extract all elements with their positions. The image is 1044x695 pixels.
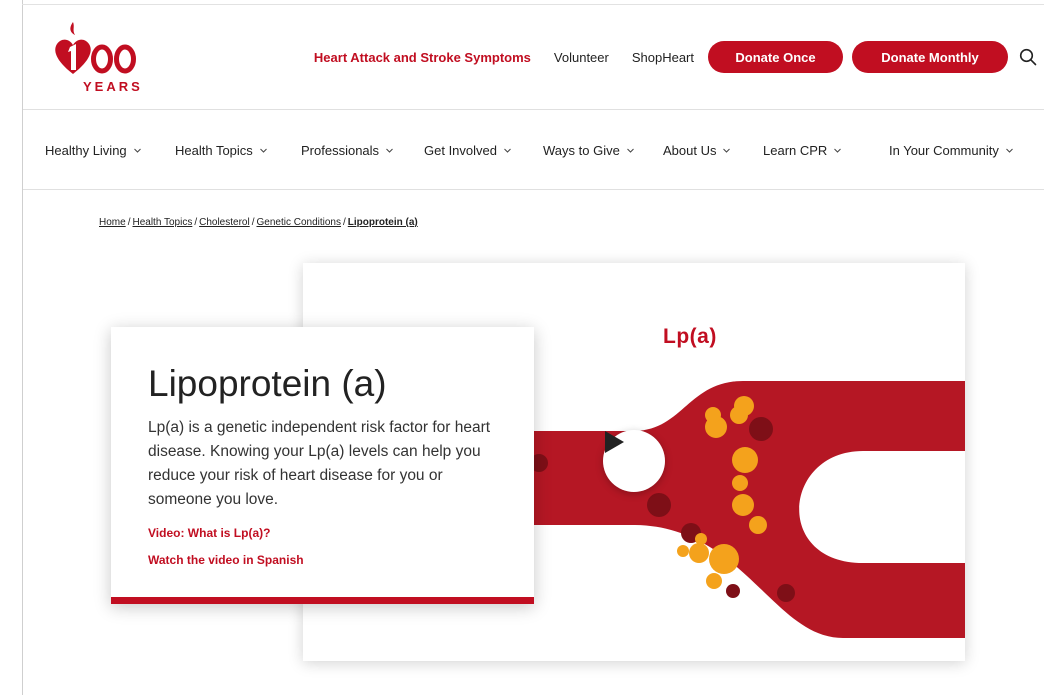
nav-label: Ways to Give: [543, 143, 620, 158]
hero-description: Lp(a) is a genetic independent risk fact…: [148, 419, 491, 508]
logo-years-text: YEARS: [83, 79, 143, 94]
play-button[interactable]: [603, 430, 665, 492]
nav-learn-cpr[interactable]: Learn CPR: [763, 143, 842, 158]
nav-label: Get Involved: [424, 143, 497, 158]
breadcrumb-separator: /: [342, 217, 346, 228]
chevron-down-icon: [626, 148, 634, 153]
nav-ways-to-give[interactable]: Ways to Give: [543, 143, 635, 158]
video-lpa-link[interactable]: Video: What is Lp(a)?: [148, 526, 270, 540]
page-title: Lipoprotein (a): [148, 363, 387, 404]
chevron-down-icon: [259, 148, 267, 153]
breadcrumb: Home / Health Topics / Cholesterol / Genetic C…: [99, 217, 418, 228]
chevron-down-icon: [723, 148, 731, 153]
breadcrumb-home[interactable]: Home: [99, 217, 126, 228]
nav-healthy-living[interactable]: Healthy Living: [45, 143, 142, 158]
breadcrumb-genetic-conditions[interactable]: Genetic Conditions: [256, 217, 341, 228]
nav-label: About Us: [663, 143, 717, 158]
nav-about-us[interactable]: About Us: [663, 143, 731, 158]
spanish-video-link[interactable]: Watch the video in Spanish: [148, 553, 304, 567]
nav-label: In Your Community: [889, 143, 999, 158]
main-nav: Healthy Living Health Topics Professiona…: [23, 110, 1044, 190]
site-header: YEARS Heart Attack and Stroke Symptoms V…: [23, 5, 1044, 110]
hero-card: Lipoprotein (a) Lp(a) is a genetic indep…: [111, 327, 534, 604]
breadcrumb-health-topics[interactable]: Health Topics: [132, 217, 192, 228]
volunteer-link[interactable]: Volunteer: [554, 50, 609, 65]
utility-nav: Heart Attack and Stroke Symptoms Volunte…: [314, 41, 1040, 73]
nav-label: Healthy Living: [45, 143, 127, 158]
nav-label: Health Topics: [175, 143, 253, 158]
breadcrumb-current: Lipoprotein (a): [347, 217, 418, 228]
nav-get-involved[interactable]: Get Involved: [424, 143, 512, 158]
nav-professionals[interactable]: Professionals: [301, 143, 394, 158]
shopheart-link[interactable]: ShopHeart: [632, 50, 694, 65]
breadcrumb-separator: /: [194, 217, 198, 228]
chevron-down-icon: [1005, 148, 1013, 153]
nav-in-your-community[interactable]: In Your Community: [889, 143, 1014, 158]
chevron-down-icon: [504, 148, 511, 153]
video-title: Lp(a): [663, 325, 717, 348]
symptoms-link[interactable]: Heart Attack and Stroke Symptoms: [314, 50, 531, 65]
breadcrumb-separator: /: [127, 217, 131, 228]
breadcrumb-cholesterol[interactable]: Cholesterol: [199, 217, 250, 228]
search-icon[interactable]: [1016, 45, 1040, 69]
play-icon: [605, 431, 624, 453]
donate-monthly-button[interactable]: Donate Monthly: [852, 41, 1008, 73]
nav-label: Learn CPR: [763, 143, 828, 158]
chevron-down-icon: [386, 148, 393, 153]
chevron-down-icon: [834, 148, 842, 153]
nav-health-topics[interactable]: Health Topics: [175, 143, 268, 158]
chevron-down-icon: [133, 148, 141, 153]
aha-100-years-logo[interactable]: YEARS: [51, 16, 141, 96]
breadcrumb-separator: /: [251, 217, 255, 228]
donate-once-button[interactable]: Donate Once: [708, 41, 843, 73]
nav-label: Professionals: [301, 143, 380, 158]
